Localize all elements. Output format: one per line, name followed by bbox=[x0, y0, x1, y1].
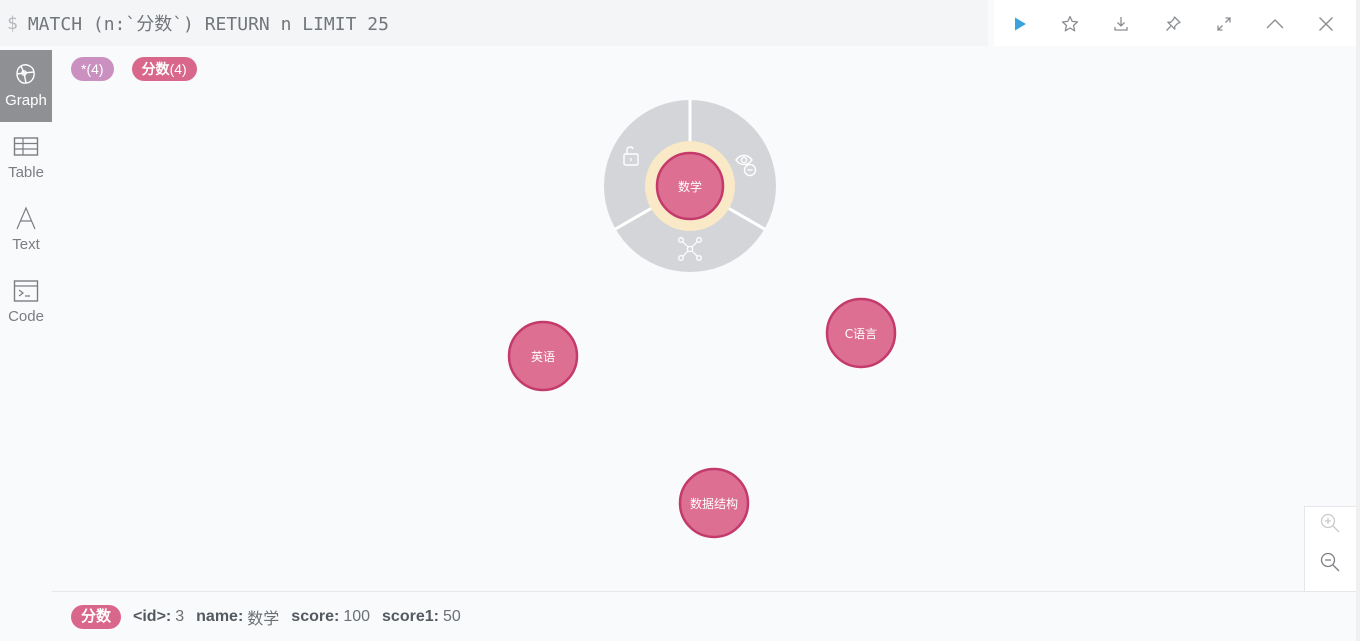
view-tab-graph-label: Graph bbox=[5, 92, 47, 109]
text-icon bbox=[14, 206, 38, 232]
close-icon bbox=[1317, 15, 1335, 33]
prop-value-name: 数学 bbox=[247, 610, 280, 628]
view-switcher: Graph Table Text Code bbox=[0, 50, 52, 641]
graph-node-selected[interactable]: 数学 bbox=[655, 151, 725, 221]
view-tab-text[interactable]: Text bbox=[0, 194, 52, 266]
prop-key-score1: score1: bbox=[382, 607, 439, 625]
node-properties-bar: 分数 <id>: 3 name: 数学 score: 100 score1: 5… bbox=[52, 591, 1356, 641]
view-tab-text-label: Text bbox=[12, 236, 40, 253]
status-label-name: 分数 bbox=[81, 607, 112, 625]
prop-value-score1: 50 bbox=[442, 607, 461, 625]
expand-icon bbox=[1215, 15, 1233, 33]
status-label-pill[interactable]: 分数 bbox=[71, 604, 122, 629]
zoom-out-icon bbox=[1319, 551, 1341, 578]
view-tab-table[interactable]: Table bbox=[0, 122, 52, 194]
collapse-button[interactable] bbox=[1261, 10, 1289, 38]
zoom-in-icon bbox=[1319, 512, 1341, 539]
graph-node[interactable]: C语言 bbox=[825, 297, 897, 369]
graph-node[interactable]: 数据结构 bbox=[678, 467, 750, 539]
view-tab-code[interactable]: Code bbox=[0, 266, 52, 338]
neo4j-browser-frame: $ MATCH (n:`分数`) RETURN n LIMIT 25 Graph… bbox=[0, 0, 1360, 641]
prop-key-name: name: bbox=[196, 607, 244, 625]
graph-canvas[interactable]: 数学 英语 C语言 数据结构 *(4) 分数(4) bbox=[52, 50, 1356, 591]
frame-toolbar bbox=[994, 0, 1360, 46]
star-icon bbox=[1061, 15, 1079, 33]
fullscreen-button[interactable] bbox=[1210, 10, 1238, 38]
play-icon bbox=[1012, 16, 1028, 32]
run-button[interactable] bbox=[1006, 10, 1034, 38]
query-text[interactable]: MATCH (n:`分数`) RETURN n LIMIT 25 bbox=[28, 10, 389, 36]
zoom-out-button[interactable] bbox=[1317, 551, 1343, 577]
frame-scrollbar[interactable] bbox=[1356, 0, 1360, 641]
legend-label-name: 分数 bbox=[141, 61, 170, 77]
table-icon bbox=[13, 134, 39, 160]
zoom-in-button[interactable] bbox=[1317, 512, 1343, 538]
prop-value-id: 3 bbox=[175, 607, 185, 625]
export-button[interactable] bbox=[1107, 10, 1135, 38]
collapse-icon bbox=[1265, 15, 1285, 33]
prop-key-id: <id>: bbox=[133, 607, 172, 625]
view-tab-graph[interactable]: Graph bbox=[0, 50, 52, 122]
pin-icon bbox=[1164, 15, 1182, 33]
legend-all-label: *(4) bbox=[81, 61, 104, 77]
graph-icon bbox=[14, 62, 38, 88]
graph-svg[interactable]: 数学 英语 C语言 数据结构 bbox=[52, 50, 1356, 591]
view-tab-code-label: Code bbox=[8, 308, 44, 325]
download-icon bbox=[1112, 15, 1130, 33]
prop-key-score: score: bbox=[291, 607, 340, 625]
code-icon bbox=[13, 278, 39, 304]
node-label: 数据结构 bbox=[690, 496, 738, 511]
legend-label-pill[interactable]: 分数(4) bbox=[131, 57, 197, 81]
label-legend: *(4) 分数(4) bbox=[71, 57, 197, 81]
close-frame-button[interactable] bbox=[1312, 10, 1340, 38]
prop-value-score: 100 bbox=[343, 607, 371, 625]
legend-label-count: (4) bbox=[169, 61, 187, 77]
node-label: 数学 bbox=[678, 179, 702, 194]
node-label: C语言 bbox=[845, 327, 877, 341]
zoom-controls bbox=[1304, 506, 1356, 592]
pin-button[interactable] bbox=[1159, 10, 1187, 38]
favorite-button[interactable] bbox=[1056, 10, 1084, 38]
node-label: 英语 bbox=[531, 350, 555, 364]
legend-all-nodes[interactable]: *(4) bbox=[71, 57, 114, 81]
query-prompt: $ bbox=[7, 12, 18, 34]
graph-node[interactable]: 英语 bbox=[507, 320, 579, 392]
query-editor[interactable]: $ MATCH (n:`分数`) RETURN n LIMIT 25 bbox=[0, 0, 988, 46]
view-tab-table-label: Table bbox=[8, 164, 44, 181]
